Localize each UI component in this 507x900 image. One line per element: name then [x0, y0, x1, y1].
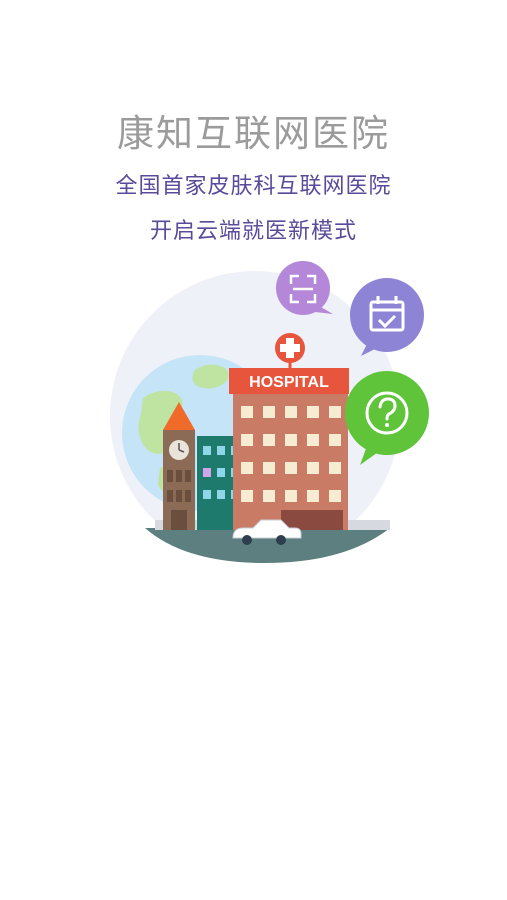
- hospital-building: HOSPITAL: [229, 368, 349, 530]
- hospital-sign: HOSPITAL: [249, 374, 329, 391]
- subtitle-line-1: 全国首家皮肤科互联网医院: [115, 174, 392, 199]
- app-title: 康知互联网医院: [117, 112, 390, 155]
- subtitle-line-2: 开启云端就医新模式: [149, 219, 357, 244]
- hospital-illustration: HOSPITAL: [110, 261, 429, 563]
